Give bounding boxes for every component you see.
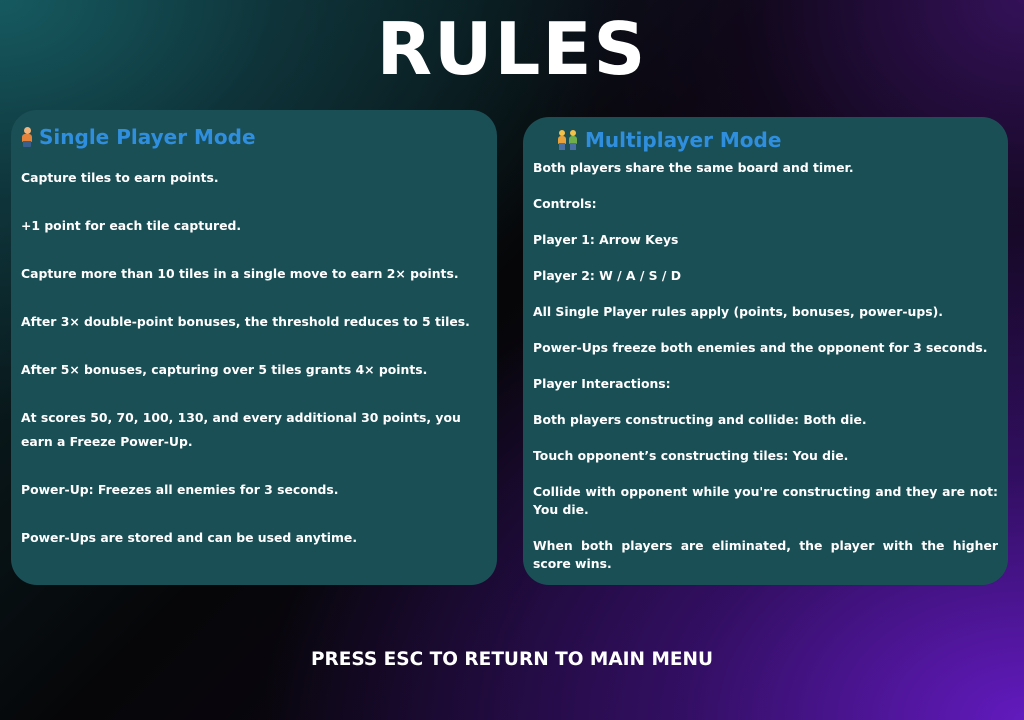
rule-item: +1 point for each tile captured. <box>21 218 242 233</box>
single-player-heading-text: Single Player Mode <box>39 125 256 149</box>
page-title: RULES <box>376 7 648 91</box>
rule-item: Collide with opponent while you're const… <box>533 484 998 517</box>
return-to-menu-prompt: PRESS ESC TO RETURN TO MAIN MENU <box>310 649 714 670</box>
single-player-rules: Capture tiles to earn points. +1 point f… <box>21 166 487 550</box>
single-player-panel: Single Player Mode Capture tiles to earn… <box>11 110 497 585</box>
rule-item: Capture more than 10 tiles in a single m… <box>21 266 459 281</box>
rule-item: Power-Ups freeze both enemies and the op… <box>533 340 988 355</box>
rule-item: Both players constructing and collide: B… <box>533 412 867 427</box>
rule-item: When both players are eliminated, the pl… <box>533 538 998 571</box>
rule-item: Player 1: Arrow Keys <box>533 232 679 247</box>
rule-item: All Single Player rules apply (points, b… <box>533 304 943 319</box>
multiplayer-rules: Both players share the same board and ti… <box>533 159 998 573</box>
rule-item: Power-Up: Freezes all enemies for 3 seco… <box>21 482 339 497</box>
two-people-icon <box>557 130 579 150</box>
rule-item: Capture tiles to earn points. <box>21 170 219 185</box>
rule-item: Touch opponent’s constructing tiles: You… <box>533 448 849 463</box>
person-icon <box>21 127 33 147</box>
rule-item: After 5× bonuses, capturing over 5 tiles… <box>21 362 428 377</box>
rule-item: Power-Ups are stored and can be used any… <box>21 530 358 545</box>
rule-item: Player Interactions: <box>533 376 671 391</box>
rule-item: After 3× double-point bonuses, the thres… <box>21 314 470 329</box>
single-player-heading: Single Player Mode <box>21 120 487 154</box>
multiplayer-heading-text: Multiplayer Mode <box>585 128 782 152</box>
multiplayer-panel: Multiplayer Mode Both players share the … <box>523 117 1008 585</box>
rule-item: Player 2: W / A / S / D <box>533 268 682 283</box>
rule-item: Both players share the same board and ti… <box>533 160 854 175</box>
rule-item: At scores 50, 70, 100, 130, and every ad… <box>21 410 461 449</box>
rule-item: Controls: <box>533 196 597 211</box>
multiplayer-heading: Multiplayer Mode <box>533 123 998 157</box>
